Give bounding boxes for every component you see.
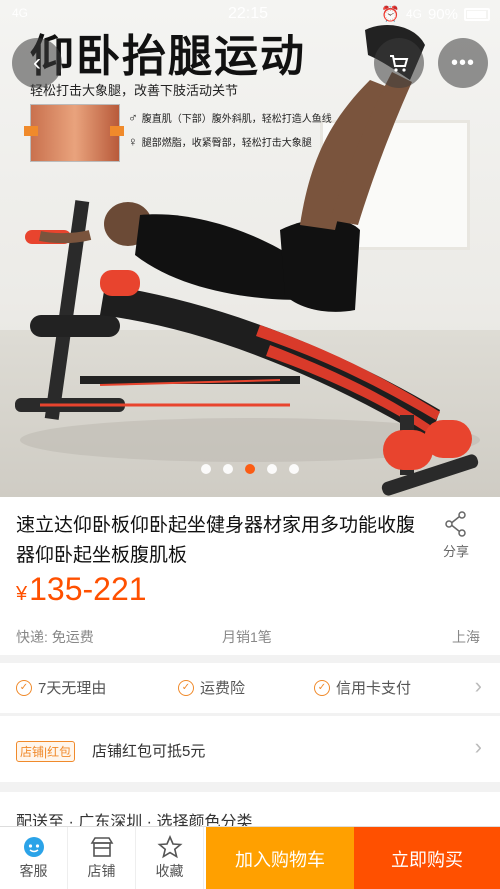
carousel-indicator — [0, 464, 500, 474]
check-icon: ✓ — [178, 679, 194, 696]
back-button[interactable]: ‹ — [12, 38, 62, 88]
carousel-dot[interactable] — [267, 464, 277, 474]
cart-button[interactable] — [374, 38, 424, 88]
battery-percent: 90% — [427, 5, 458, 23]
product-image-carousel[interactable]: 仰卧抬腿运动 轻松打击大象腿，改善下肢活动关节 ♂ 腹直肌（下部）腹外斜肌，轻松打… — [0, 0, 500, 497]
chevron-right-icon: › — [474, 673, 482, 698]
service-item: ✓ 运费险 — [178, 677, 245, 698]
shipping-info: 快递: 免运费 — [16, 629, 94, 645]
cart-icon — [390, 55, 409, 72]
chevron-right-icon: › — [474, 734, 482, 759]
status-bar: 4G 22:15 ⏰ 4G 90% — [0, 0, 500, 30]
monthly-sales: 月销1笔 — [222, 629, 272, 645]
carousel-dot[interactable] — [223, 464, 233, 474]
favorite-tab[interactable]: 收藏 — [136, 827, 204, 889]
star-icon — [156, 835, 183, 859]
service-guarantees[interactable]: ✓ 7天无理由 ✓ 运费险 ✓ 信用卡支付 › — [0, 663, 500, 713]
product-title: 速立达仰卧板仰卧起坐健身器材家用多功能收腹器仰卧起坐板腹肌板 — [16, 515, 416, 566]
favorite-label: 收藏 — [155, 863, 184, 879]
service-item: ✓ 7天无理由 — [16, 677, 106, 698]
more-button[interactable]: ••• — [438, 38, 488, 88]
bottom-action-bar: 客服 店铺 收藏 加入购物车 立即购买 — [0, 826, 500, 889]
chevron-left-icon: ‹ — [33, 49, 41, 76]
share-icon — [445, 511, 466, 537]
product-photo — [15, 25, 480, 496]
clock: 22:15 — [228, 5, 269, 22]
network-indicator: 4G — [12, 6, 29, 20]
location: 上海 — [452, 629, 480, 645]
price: ¥135-221 — [16, 571, 147, 607]
buy-now-button[interactable]: 立即购买 — [354, 827, 500, 889]
check-icon: ✓ — [314, 679, 330, 696]
carousel-dot-active[interactable] — [245, 464, 255, 474]
share-button[interactable]: 分享 — [428, 511, 484, 560]
more-dots-icon: ••• — [450, 51, 475, 74]
shop-coupon-badge: 店铺|红包 — [16, 741, 76, 762]
customer-service-icon — [23, 837, 44, 857]
customer-service-tab[interactable]: 客服 — [0, 827, 68, 889]
product-page: 仰卧抬腿运动 轻松打击大象腿，改善下肢活动关节 ♂ 腹直肌（下部）腹外斜肌，轻松打… — [0, 0, 500, 889]
share-label: 分享 — [442, 544, 469, 559]
check-icon: ✓ — [16, 679, 32, 696]
customer-service-label: 客服 — [19, 863, 48, 879]
carousel-dot[interactable] — [289, 464, 299, 474]
network-type: 4G — [405, 7, 422, 21]
shop-coupon-row[interactable]: 店铺|红包 店铺红包可抵5元 › — [0, 716, 500, 782]
add-to-cart-button[interactable]: 加入购物车 — [206, 827, 354, 889]
carousel-dot[interactable] — [201, 464, 211, 474]
status-right: ⏰ 4G 90% — [381, 5, 490, 23]
service-item: ✓ 信用卡支付 — [314, 677, 411, 698]
shop-coupon-text: 店铺红包可抵5元 — [92, 743, 206, 760]
shop-tab[interactable]: 店铺 — [68, 827, 136, 889]
alarm-icon: ⏰ — [381, 6, 400, 23]
product-info: 速立达仰卧板仰卧起坐健身器材家用多功能收腹器仰卧起坐板腹肌板 分享 ¥135-2… — [0, 497, 500, 655]
shop-label: 店铺 — [87, 863, 116, 879]
battery-icon — [464, 7, 490, 21]
shop-icon — [90, 837, 113, 857]
